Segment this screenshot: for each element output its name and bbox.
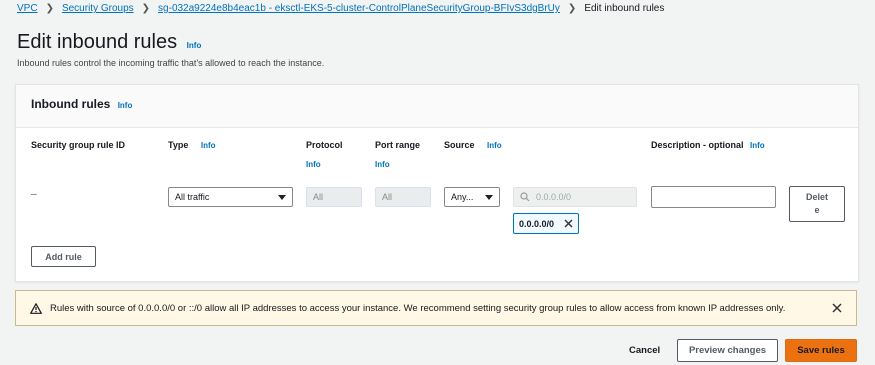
add-rule-button[interactable]: Add rule (31, 246, 96, 267)
col-protocol: Protocol (306, 140, 343, 150)
close-icon[interactable] (564, 219, 573, 228)
panel-title-text: Inbound rules (31, 97, 111, 111)
breadcrumb-security-groups[interactable]: Security Groups (62, 3, 134, 14)
breadcrumb-current: Edit inbound rules (584, 3, 665, 14)
chevron-right-icon: ❯ (567, 3, 577, 14)
search-icon (520, 192, 530, 202)
breadcrumb: VPC ❯ Security Groups ❯ sg-032a9224e8b4e… (17, 3, 664, 14)
protocol-field: All (306, 187, 362, 207)
chevron-right-icon: ❯ (45, 3, 54, 14)
rule-id-value: – (31, 189, 37, 200)
preview-changes-button[interactable]: Preview changes (677, 339, 778, 362)
source-token-label: 0.0.0.0/0 (519, 218, 555, 229)
source-token: 0.0.0.0/0 (513, 213, 579, 234)
port-range-info-link[interactable]: Info (375, 160, 390, 169)
warning-text: Rules with source of 0.0.0.0/0 or ::/0 a… (50, 302, 786, 314)
col-type: Type Info (168, 140, 216, 150)
col-type-label: Type (168, 140, 189, 150)
page-subtitle: Inbound rules control the incoming traff… (17, 58, 325, 68)
breadcrumb-security-group[interactable]: sg-032a9224e8b4eac1b - eksctl-EKS-5-clus… (158, 3, 560, 14)
col-source-label: Source (444, 140, 475, 150)
port-range-field: All (375, 187, 431, 207)
type-select[interactable]: All traffic (168, 187, 293, 207)
breadcrumb-vpc[interactable]: VPC (17, 3, 38, 14)
dismiss-icon[interactable] (832, 303, 842, 313)
page-info-link[interactable]: Info (187, 41, 202, 50)
warning-alert: Rules with source of 0.0.0.0/0 or ::/0 a… (15, 290, 857, 326)
col-rule-id: Security group rule ID (31, 140, 126, 150)
col-source: Source Info (444, 140, 502, 150)
source-type-value: Any... (451, 192, 474, 202)
inbound-rules-panel: Inbound rules Info Security group rule I… (15, 84, 859, 282)
panel-title: Inbound rules Info (31, 97, 132, 111)
type-info-link[interactable]: Info (201, 141, 216, 150)
page-title-text: Edit inbound rules (17, 31, 178, 53)
caret-down-icon (278, 194, 286, 200)
source-type-select[interactable]: Any... (444, 187, 500, 207)
col-port-range: Port range (375, 140, 421, 150)
delete-label-line2: e (814, 205, 820, 215)
type-select-value: All traffic (175, 192, 210, 202)
protocol-info-link[interactable]: Info (306, 160, 321, 169)
source-info-link[interactable]: Info (487, 141, 502, 150)
source-cidr-input[interactable]: 0.0.0.0/0 (513, 187, 637, 207)
description-info-link[interactable]: Info (750, 141, 765, 150)
cancel-button[interactable]: Cancel (629, 345, 660, 356)
chevron-right-icon: ❯ (141, 3, 151, 14)
warning-icon (30, 302, 42, 314)
page-title: Edit inbound rules Info (17, 31, 201, 54)
delete-rule-button[interactable]: Delet e (789, 186, 845, 222)
caret-down-icon (485, 194, 493, 200)
col-description: Description - optional Info (651, 140, 765, 150)
panel-info-link[interactable]: Info (118, 101, 133, 110)
save-rules-button[interactable]: Save rules (785, 339, 857, 362)
description-input[interactable] (651, 186, 776, 208)
col-description-label: Description - optional (651, 140, 744, 150)
source-cidr-placeholder: 0.0.0.0/0 (536, 192, 572, 202)
delete-label-line1: Delet (805, 192, 828, 202)
panel-header (16, 85, 858, 128)
